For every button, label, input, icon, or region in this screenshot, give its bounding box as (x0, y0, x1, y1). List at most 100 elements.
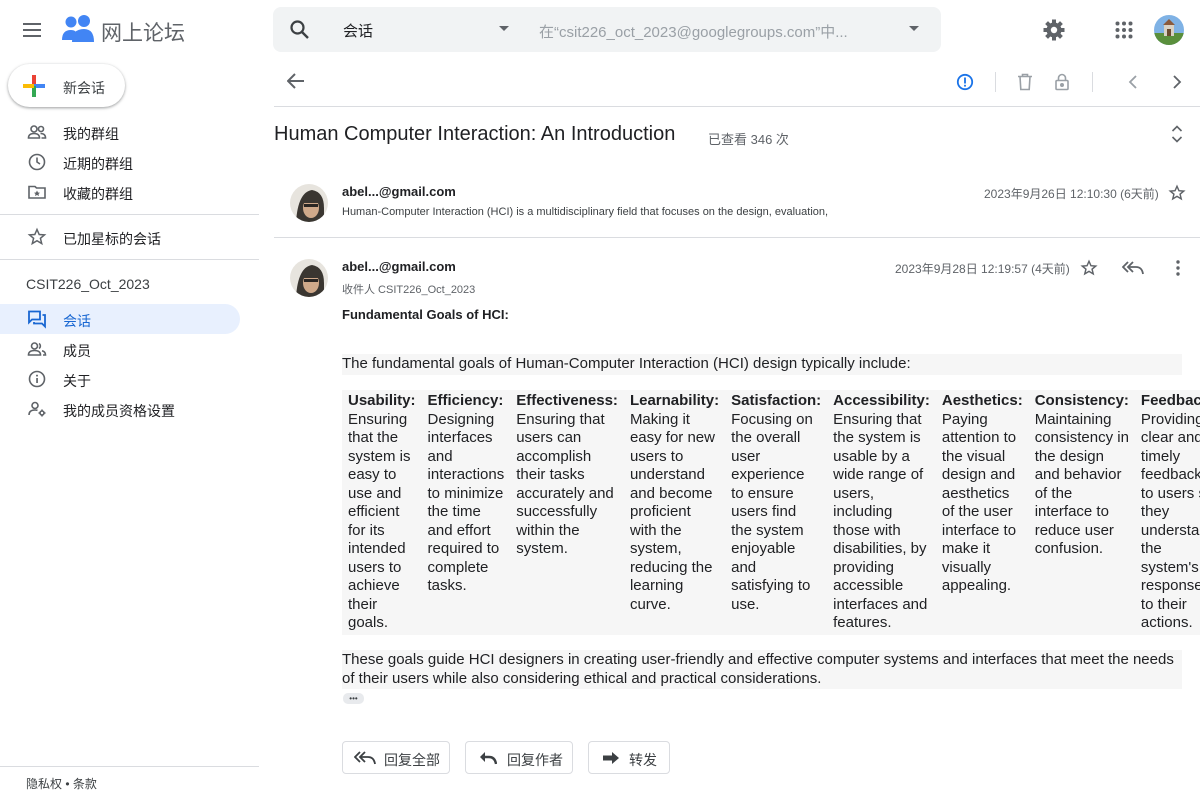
goal-title: Effectiveness: (516, 392, 618, 409)
previous-chevron-icon[interactable] (1121, 70, 1145, 94)
toolbar-divider (995, 72, 996, 92)
goal-description: Focusing on the overall user experience … (731, 410, 813, 613)
sidebar-item-starred-conversations[interactable]: 已加星标的会话 (0, 222, 240, 252)
goal-description: Making it easy for new users to understa… (629, 410, 715, 613)
show-trimmed-content-button[interactable]: ••• (343, 693, 364, 704)
sidebar-item-label: 我的成员资格设置 (63, 403, 175, 419)
new-conversation-button[interactable]: 新会话 (8, 64, 125, 107)
message-timestamp: 2023年9月28日 12:19:57 (4天前) (895, 262, 1070, 276)
more-vert-icon[interactable] (1167, 256, 1189, 280)
privacy-terms-link[interactable]: 隐私权 • 条款 (26, 775, 97, 792)
thread-view: Human Computer Interaction: An Introduct… (259, 60, 1200, 805)
goal-cell: Efficiency: Designing interfaces and inte… (422, 390, 511, 635)
apps-grid-icon[interactable] (1108, 14, 1140, 46)
search-scope-select[interactable]: 会话 (343, 7, 513, 52)
goal-description: Providing clear and timely feedback to u… (1140, 410, 1200, 632)
sidebar-item-label: 已加星标的会话 (63, 231, 161, 247)
main-menu-icon[interactable] (18, 15, 48, 45)
sidebar-item-label: 近期的群组 (63, 156, 133, 172)
avatar (290, 259, 328, 297)
message-recipient: 收件人 CSIT226_Oct_2023 (342, 284, 476, 296)
goal-cell: Accessibility: Ensuring that the system i… (827, 390, 936, 635)
account-avatar[interactable] (1154, 15, 1184, 45)
goal-title: Usability: (348, 392, 416, 409)
sidebar-item-about[interactable]: 关于 (0, 364, 240, 394)
message-timestamp: 2023年9月26日 12:10:30 (6天前) (984, 187, 1159, 201)
group-name-heading[interactable]: CSIT226_Oct_2023 (26, 276, 150, 292)
clock-icon (27, 152, 47, 172)
star-message-icon[interactable] (1166, 182, 1188, 204)
message-intro: The fundamental goals of Human-Computer … (342, 354, 1182, 375)
search-icon[interactable] (289, 19, 311, 41)
goal-title: Satisfaction: (731, 392, 822, 409)
forward-button[interactable]: 转发 (588, 741, 670, 774)
toolbar-divider (1092, 72, 1093, 92)
sidebar-item-membership-settings[interactable]: 我的成员资格设置 (0, 394, 240, 424)
goal-description: Paying attention to the visual design an… (941, 410, 1017, 595)
search-bar[interactable]: 会话 在“csit226_oct_2023@googlegroups.com”中… (273, 7, 941, 52)
goal-description: Ensuring that the system is easy to use … (348, 410, 411, 632)
reply-author-button[interactable]: 回复作者 (465, 741, 573, 774)
goal-cell: Consistency: Maintaining consistency in t… (1029, 390, 1135, 635)
message-sender: abel...@gmail.com (342, 259, 456, 274)
goal-cell: Aesthetics: Paying attention to the visua… (936, 390, 1029, 635)
conversation-icon (27, 309, 47, 329)
goal-cell: Usability: Ensuring that the system is ea… (342, 390, 422, 635)
goals-table: Usability: Ensuring that the system is ea… (342, 390, 1200, 635)
message-divider (274, 237, 1200, 238)
goal-description: Maintaining consistency in the design an… (1034, 410, 1129, 558)
expand-collapse-icon[interactable] (1165, 122, 1189, 146)
back-arrow-icon[interactable] (281, 66, 311, 96)
sidebar-item-conversations[interactable]: 会话 (0, 304, 240, 334)
goal-title: Aesthetics: (941, 392, 1023, 409)
plus-icon (23, 75, 45, 97)
view-count: 已查看 346 次 (708, 132, 789, 147)
goal-title: Consistency: (1034, 392, 1129, 409)
message-collapsed[interactable]: abel...@gmail.com Human-Computer Interac… (274, 170, 1200, 238)
search-options-dropdown-icon[interactable] (909, 26, 919, 31)
star-message-icon[interactable] (1077, 256, 1101, 280)
sidebar-divider (0, 766, 259, 767)
goal-description: Ensuring that the system is usable by a … (833, 410, 928, 632)
sidebar-divider (0, 259, 259, 260)
groups-logo-icon (62, 14, 94, 44)
reply-all-button[interactable]: 回复全部 (342, 741, 450, 774)
message-heading: Fundamental Goals of HCI: (342, 307, 509, 322)
lock-icon[interactable] (1050, 70, 1074, 94)
goal-title: Efficiency: (427, 392, 504, 409)
member-settings-icon (27, 399, 47, 419)
info-icon (27, 369, 47, 389)
sidebar-item-label: 我的群组 (63, 126, 119, 142)
new-conversation-label: 新会话 (63, 80, 105, 96)
sidebar-divider (0, 214, 259, 215)
goal-cell: Satisfaction: Focusing on the overall use… (725, 390, 827, 635)
search-input[interactable]: 在“csit226_oct_2023@googlegroups.com”中... (539, 21, 869, 42)
forward-arrow-icon (602, 751, 620, 765)
thread-title: Human Computer Interaction: An Introduct… (274, 123, 676, 145)
goal-description: Designing interfaces and interactions to… (427, 410, 505, 595)
goal-title: Learnability: (629, 392, 720, 409)
reply-icon (479, 751, 497, 765)
sidebar-item-members[interactable]: 成员 (0, 334, 240, 364)
goal-cell: Learnability: Making it easy for new user… (624, 390, 725, 635)
settings-gear-icon[interactable] (1038, 14, 1070, 46)
goal-title: Accessibility: (833, 392, 930, 409)
report-info-icon[interactable] (953, 70, 977, 94)
goal-cell: Effectiveness: Ensuring that users can ac… (510, 390, 624, 635)
message-closing: These goals guide HCI designers in creat… (342, 650, 1182, 689)
toolbar-divider (274, 106, 1200, 107)
chevron-down-icon (499, 26, 509, 31)
sidebar-item-label: 会话 (63, 313, 91, 329)
reply-author-label: 回复作者 (507, 752, 563, 768)
star-outline-icon (27, 227, 47, 247)
sidebar-item-recent-groups[interactable]: 近期的群组 (0, 147, 240, 177)
members-icon (27, 339, 47, 359)
delete-trash-icon[interactable] (1013, 70, 1037, 94)
sidebar-item-favorite-groups[interactable]: 收藏的群组 (0, 177, 240, 207)
goal-title: Feedback: (1140, 392, 1200, 409)
reply-all-icon[interactable] (1119, 256, 1147, 280)
goal-cell: Feedback:Providing clear and timely feed… (1135, 390, 1200, 635)
sidebar-item-my-groups[interactable]: 我的群组 (0, 117, 240, 147)
next-chevron-icon[interactable] (1165, 70, 1189, 94)
forward-label: 转发 (629, 752, 657, 768)
